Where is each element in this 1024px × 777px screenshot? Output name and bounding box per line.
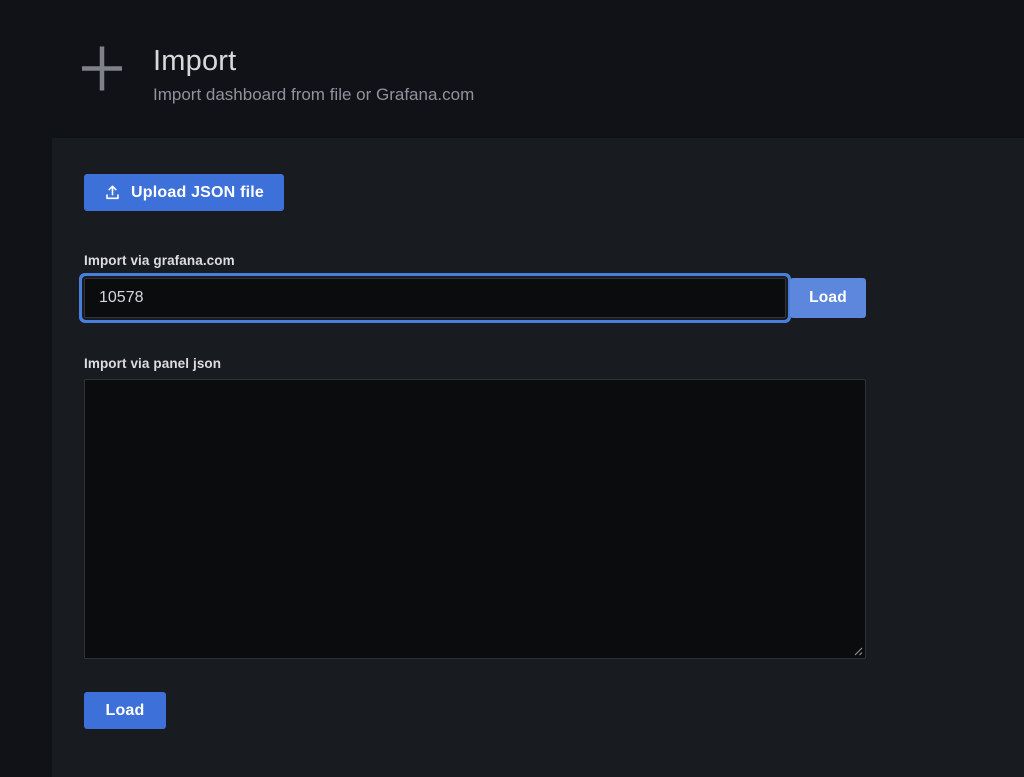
textarea-resize-handle[interactable] (851, 643, 863, 655)
gcom-field: Import via grafana.com Load (84, 253, 1024, 318)
upload-json-button[interactable]: Upload JSON file (84, 174, 284, 211)
panel-json-load-button[interactable]: Load (84, 692, 166, 729)
panel-json-field: Import via panel json (84, 356, 1024, 659)
header-texts: Import Import dashboard from file or Gra… (153, 46, 474, 104)
page-title: Import (153, 46, 474, 76)
gcom-dashboard-id-input[interactable] (84, 278, 786, 318)
plus-icon (82, 46, 122, 91)
page-subtitle: Import dashboard from file or Grafana.co… (153, 86, 474, 104)
gcom-load-button[interactable]: Load (790, 278, 866, 318)
content-panel: Upload JSON file Import via grafana.com … (52, 138, 1024, 777)
panel-json-label: Import via panel json (84, 356, 1024, 371)
upload-icon (104, 184, 121, 201)
panel-json-textarea[interactable] (84, 379, 866, 659)
gcom-row: Load (84, 278, 866, 318)
page-header: Import Import dashboard from file or Gra… (0, 0, 1024, 138)
panel-json-textarea-wrap (84, 379, 866, 659)
import-page: { "header": { "title": "Import", "subtit… (0, 0, 1024, 777)
gcom-label: Import via grafana.com (84, 253, 1024, 268)
upload-button-label: Upload JSON file (131, 184, 264, 202)
